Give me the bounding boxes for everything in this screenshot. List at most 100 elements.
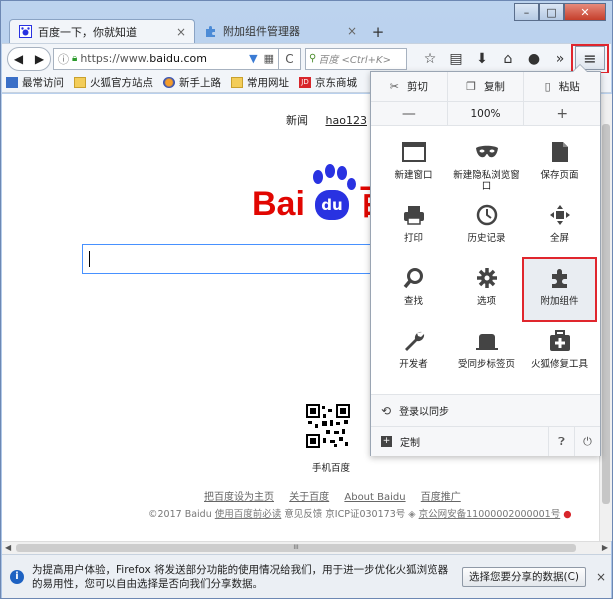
wrench-icon [401,329,427,353]
mask-icon [474,140,500,164]
help-icon: ❓︎ [558,434,565,448]
pocket-icon[interactable]: ▼ [249,52,257,65]
icp-link[interactable]: 京公网安备11000002000001号 [419,509,561,520]
set-homepage-link[interactable]: 把百度设为主页 [204,492,274,503]
reload-button[interactable]: C [279,47,301,70]
most-visited-icon [6,77,18,88]
emblem-icon: ● [563,509,572,520]
zoom-controls: — 100% + [371,102,600,126]
url-bar[interactable]: ⓘ 🔒︎ https://www.baidu.com ▼ ▦ [53,47,279,70]
bookmark-star-icon[interactable]: ☆ [417,51,443,67]
back-button[interactable]: ◀ [14,52,23,66]
choose-data-button[interactable]: 选择您要分享的数据(C) [462,566,587,587]
tab-close-icon[interactable]: × [176,25,186,39]
scroll-left-arrow-icon[interactable]: ◀ [5,543,11,552]
developer-button[interactable]: 开发者 [377,321,450,384]
sign-in-sync-button[interactable]: ⟲ 登录以同步 [371,394,600,426]
find-icon [401,266,427,290]
puzzle-icon [547,266,573,290]
gear-icon [474,266,500,290]
qr-label: 手机百度 [312,463,351,474]
synced-tabs-button[interactable]: 受同步标签页 [450,321,523,384]
search-icon: ⚲ [309,53,317,64]
cut-button[interactable]: ✂ 剪切 [371,72,448,101]
fullscreen-button[interactable]: 全屏 [523,195,596,258]
new-window-button[interactable]: 新建窗口 [377,132,450,195]
forward-button[interactable]: ▶ [35,52,44,66]
tab-baidu[interactable]: 百度一下，你就知道 × [9,19,195,43]
copy-icon: ❐ [466,80,476,93]
addons-button[interactable]: 附加组件 [522,257,597,322]
close-window-button[interactable]: ✕ [564,3,606,21]
police-badge-icon: ◈ [408,509,416,520]
tab-close-icon[interactable]: × [347,24,357,38]
navigation-toolbar: ◀ ▶ ⓘ 🔒︎ https://www.baidu.com ▼ ▦ C ⚲ 百… [2,43,611,74]
baidu-promotion-link[interactable]: 百度推广 [421,492,461,503]
notification-close-icon[interactable]: × [596,570,606,584]
bookmark-most-visited[interactable]: 最常访问 [6,75,64,90]
back-forward-group: ◀ ▶ [7,46,51,71]
zoom-reset-button[interactable]: 100% [448,102,525,125]
footer-links: 把百度设为主页 关于百度 About Baidu 百度推广 [204,488,473,503]
edit-controls: ✂ 剪切 ❐ 复制 ▯ 粘贴 [371,72,600,102]
bookmark-getting-started[interactable]: 新手上路 [163,75,221,90]
tab-addons[interactable]: 附加组件管理器 × [195,19,365,43]
firefox-icon [163,77,175,88]
telemetry-notification-bar: i 为提高用户体验，Firefox 将发送部分功能的使用情况给我们，用于进一步优… [2,554,611,598]
history-icon [474,203,500,227]
folder-icon [74,77,86,88]
maximize-button[interactable]: □ [539,3,564,21]
info-icon[interactable]: ⓘ [58,51,69,67]
zoom-in-button[interactable]: + [524,102,600,125]
bookmark-common-sites[interactable]: 常用网址 [231,75,289,90]
print-button[interactable]: 打印 [377,195,450,258]
minimize-button[interactable]: – [514,3,539,21]
toolbar-icons: ☆ ▤ ⬇ ⌂ ● » [417,51,573,67]
hao123-link[interactable]: hao123 [326,114,367,127]
overflow-chevron-icon[interactable]: » [547,51,573,67]
new-tab-button[interactable]: + [367,21,389,43]
scissors-icon: ✂ [389,80,399,93]
scroll-thumb[interactable]: III [16,544,576,552]
about-baidu-link[interactable]: 关于百度 [289,492,329,503]
quit-button[interactable]: ⏻ [574,427,600,456]
customize-button[interactable]: + 定制 [371,434,548,449]
tab-title: 百度一下，你就知道 [38,25,137,39]
about-baidu-en-link[interactable]: About Baidu [344,492,405,503]
private-window-button[interactable]: 新建隐私浏览窗口 [450,132,523,195]
folder-icon [231,77,243,88]
url-text[interactable]: https://www.baidu.com [80,52,245,65]
help-button[interactable]: ❓︎ [548,427,574,456]
repair-icon [547,329,573,353]
horizontal-scrollbar[interactable]: ◀ III ▶ [2,541,611,554]
home-icon[interactable]: ⌂ [495,51,521,67]
qr-code-image [306,404,350,448]
chat-icon[interactable]: ● [521,51,547,67]
find-button[interactable]: 查找 [377,258,450,321]
terms-link[interactable]: 使用百度前必读 [215,509,282,520]
scroll-right-arrow-icon[interactable]: ▶ [602,543,608,552]
options-button[interactable]: 选项 [450,258,523,321]
customize-row: + 定制 ❓︎ ⏻ [371,426,600,456]
copy-button[interactable]: ❐ 复制 [448,72,525,101]
window-icon [401,140,427,164]
lock-icon[interactable]: 🔒︎ [72,53,77,64]
puzzle-icon [203,24,217,38]
zoom-out-button[interactable]: — [371,102,448,125]
save-page-button[interactable]: 保存页面 [523,132,596,195]
reading-list-icon[interactable]: ▤ [443,51,469,67]
fullscreen-icon [547,203,573,227]
baidu-search-input[interactable] [82,244,372,274]
news-link[interactable]: 新闻 [286,114,308,127]
search-input[interactable]: ⚲ 百度 <Ctrl+K> [305,47,407,70]
bookmark-firefox-site[interactable]: 火狐官方站点 [74,75,153,90]
baidu-top-nav: 新闻 hao123 [286,112,381,128]
bookmark-jd[interactable]: JD 京东商城 [299,75,357,90]
history-button[interactable]: 历史记录 [450,195,523,258]
qr-code-icon[interactable]: ▦ [264,52,274,65]
repair-tool-button[interactable]: 火狐修复工具 [523,321,596,384]
downloads-icon[interactable]: ⬇ [469,51,495,67]
info-icon: i [10,569,24,584]
paste-button[interactable]: ▯ 粘贴 [524,72,600,101]
notification-message: 为提高用户体验，Firefox 将发送部分功能的使用情况给我们，用于进一步优化火… [32,563,449,590]
